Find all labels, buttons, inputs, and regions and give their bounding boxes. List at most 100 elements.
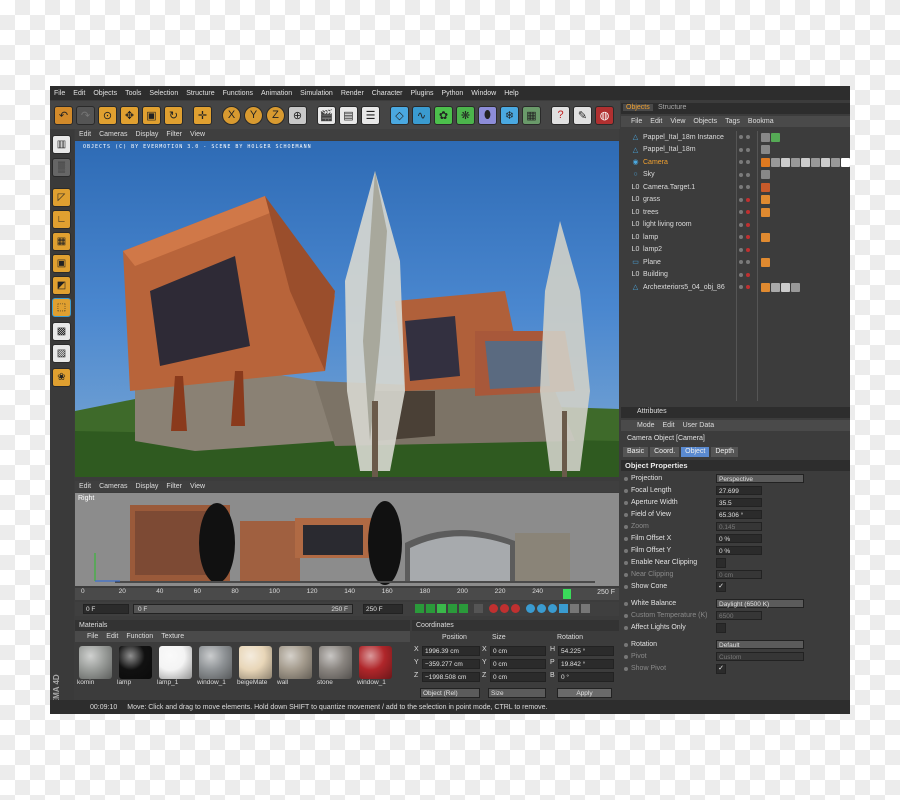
viewport-menu-view[interactable]: View — [186, 131, 209, 138]
y-axis-lock-icon[interactable]: Y — [244, 105, 263, 125]
editor-visibility-icon[interactable] — [739, 247, 743, 252]
object-menu-file[interactable]: File — [627, 118, 646, 125]
tab-objects[interactable]: Objects — [623, 104, 653, 111]
render-visibility-icon[interactable] — [746, 222, 750, 227]
material-swatch[interactable]: window_1 — [357, 646, 394, 686]
attribute-dropdown[interactable]: Default — [716, 640, 804, 649]
menu-selection[interactable]: Selection — [145, 90, 182, 97]
rotate-tool-icon[interactable]: ↻ — [164, 105, 183, 125]
rotation-field[interactable]: 0 ° — [558, 672, 614, 682]
edge-mode-icon[interactable]: ∟ — [52, 210, 71, 229]
size-field[interactable]: 0 cm — [490, 646, 546, 656]
visibility-dots[interactable] — [739, 247, 750, 252]
current-frame-field[interactable]: 0 F — [83, 604, 129, 614]
viewport-menu-cameras[interactable]: Cameras — [95, 131, 131, 138]
position-field[interactable]: −359.277 cm — [422, 659, 480, 669]
size-field[interactable]: 0 cm — [490, 659, 546, 669]
render-view-icon[interactable]: 🎬 — [317, 105, 336, 125]
help-icon[interactable]: ? — [551, 105, 570, 125]
render-visibility-icon[interactable] — [746, 160, 750, 164]
material-swatch[interactable]: komin — [77, 646, 114, 686]
object-menu-bookma[interactable]: Bookma — [744, 118, 778, 125]
material-swatch[interactable]: beigeMate — [237, 646, 274, 686]
animate-dot-icon[interactable] — [624, 584, 628, 589]
attribute-checkbox[interactable]: ✓ — [716, 581, 726, 592]
tag-icon[interactable] — [761, 157, 770, 167]
next-frame-icon[interactable] — [448, 604, 457, 613]
go-start-icon[interactable] — [415, 604, 424, 613]
object-row[interactable]: ▭ Plane — [621, 256, 849, 268]
menu-python[interactable]: Python — [437, 90, 467, 97]
object-row[interactable]: △ Pappel_Ital_18m Instance — [621, 131, 849, 143]
animate-dot-icon[interactable] — [624, 548, 628, 553]
tag-icon[interactable] — [781, 282, 790, 292]
menu-file[interactable]: File — [50, 90, 69, 97]
visibility-dots[interactable] — [739, 185, 750, 189]
editor-visibility-icon[interactable] — [739, 172, 743, 177]
polygon-mode-icon[interactable]: ▦ — [52, 232, 71, 251]
editor-visibility-icon[interactable] — [739, 285, 743, 289]
editor-visibility-icon[interactable] — [739, 235, 743, 239]
material-swatch[interactable]: stone — [317, 646, 354, 686]
animate-dot-icon[interactable] — [624, 613, 628, 618]
sculpt-icon[interactable]: ❀ — [52, 368, 71, 387]
attribute-field[interactable]: 27.699 — [716, 486, 762, 495]
record-icon[interactable] — [489, 604, 498, 613]
attribute-field[interactable]: 0 % — [716, 546, 762, 555]
object-row[interactable]: L0 Camera.Target.1 — [621, 181, 849, 193]
tag-icon[interactable] — [791, 282, 800, 292]
visibility-dots[interactable] — [739, 222, 750, 227]
animate-dot-icon[interactable] — [624, 666, 628, 671]
tag-icon[interactable] — [761, 282, 770, 292]
animate-dot-icon[interactable] — [624, 536, 628, 541]
attributes-menu-edit[interactable]: Edit — [659, 422, 679, 429]
scale-tool-icon[interactable]: ▣ — [142, 105, 161, 125]
viewport-menu-edit[interactable]: Edit — [75, 131, 95, 138]
apply-button[interactable]: Apply — [557, 688, 612, 698]
x-axis-lock-icon[interactable]: X — [222, 105, 241, 125]
param-key-icon[interactable] — [559, 604, 568, 613]
position-field[interactable]: −1998.508 cm — [422, 672, 480, 682]
material-swatch[interactable]: window_1 — [197, 646, 234, 686]
render-visibility-icon[interactable] — [746, 135, 750, 139]
animate-dot-icon[interactable] — [624, 488, 628, 493]
attribute-tab-coord[interactable]: Coord. — [650, 447, 680, 457]
menu-simulation[interactable]: Simulation — [296, 90, 337, 97]
z-axis-lock-icon[interactable]: Z — [266, 105, 285, 125]
attribute-field[interactable]: 0 % — [716, 534, 762, 543]
viewport-menu-view[interactable]: View — [186, 483, 209, 490]
materials-menu-texture[interactable]: Texture — [157, 633, 188, 640]
material-swatch[interactable]: lamp — [117, 646, 154, 686]
render-visibility-icon[interactable] — [746, 172, 750, 177]
tag-icon[interactable] — [761, 232, 770, 242]
visibility-dots[interactable] — [739, 210, 750, 214]
coordinate-mode-dropdown[interactable]: Object (Rel) — [420, 688, 480, 698]
right-viewport[interactable]: Right — [75, 493, 619, 586]
redo-icon[interactable]: ↷ — [76, 105, 95, 125]
material-swatch[interactable]: lamp_1 — [157, 646, 194, 686]
tag-icon[interactable] — [791, 157, 800, 167]
timeline-ruler[interactable]: 250 F 0 20 40 60 80 100 120 140 160 180 200 220 240 — [75, 588, 619, 600]
animate-dot-icon[interactable] — [624, 476, 628, 481]
attribute-dropdown[interactable]: Daylight (6500 K) — [716, 599, 804, 608]
object-menu-view[interactable]: View — [666, 118, 689, 125]
tag-icon[interactable] — [761, 207, 770, 217]
point-mode-icon[interactable]: ◸ — [52, 188, 71, 207]
editor-visibility-icon[interactable] — [739, 160, 743, 164]
tag-icon[interactable] — [761, 145, 770, 154]
tag-icon[interactable] — [821, 157, 830, 167]
visibility-dots[interactable] — [739, 272, 750, 277]
menu-objects[interactable]: Objects — [89, 90, 121, 97]
tag-icon[interactable] — [771, 282, 780, 292]
python-icon[interactable]: ◍ — [595, 105, 614, 125]
object-row[interactable]: ○ Sky — [621, 169, 849, 181]
timeline-options-icon[interactable] — [581, 604, 590, 613]
tag-icon[interactable] — [781, 157, 790, 167]
editor-visibility-icon[interactable] — [739, 222, 743, 227]
visibility-dots[interactable] — [739, 135, 750, 139]
animate-dot-icon[interactable] — [624, 572, 628, 577]
viewport-menu-filter[interactable]: Filter — [162, 131, 186, 138]
menu-tools[interactable]: Tools — [121, 90, 145, 97]
attribute-field[interactable]: 35.5 — [716, 498, 762, 507]
position-field[interactable]: 1996.39 cm — [422, 646, 480, 656]
